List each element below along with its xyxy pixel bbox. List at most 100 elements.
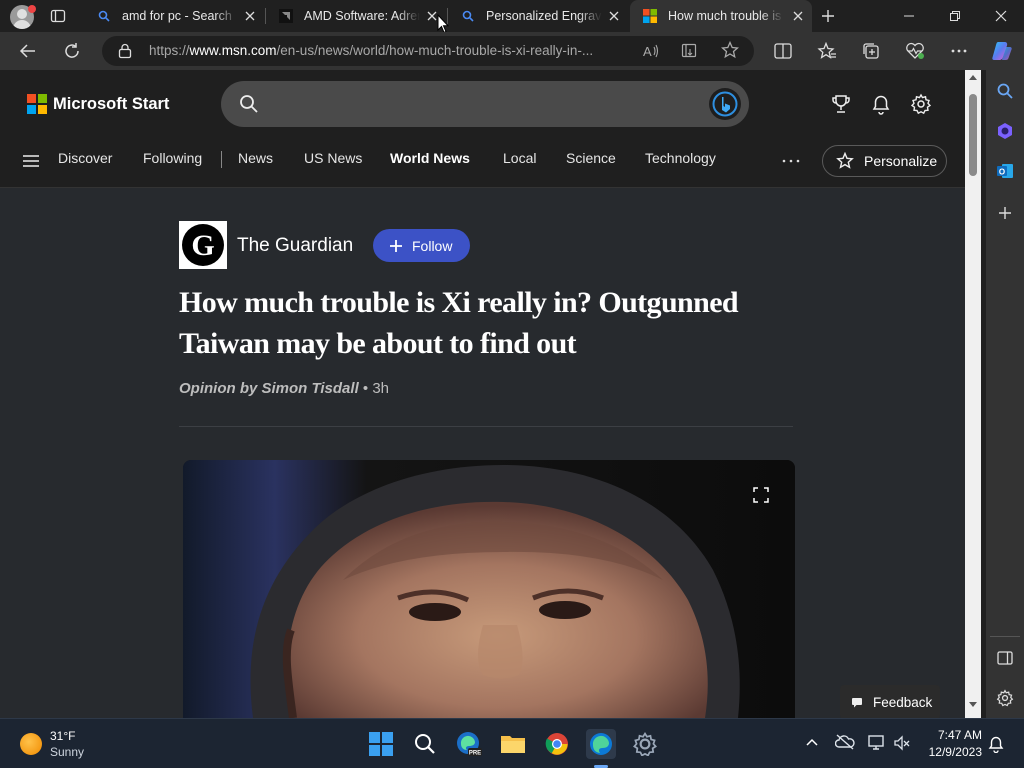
nav-discover[interactable]: Discover xyxy=(58,150,112,166)
start-windows-icon[interactable] xyxy=(366,729,396,759)
divider xyxy=(179,426,793,427)
weather-condition[interactable]: Sunny xyxy=(50,745,84,759)
network-icon[interactable] xyxy=(867,734,887,752)
scroll-up-arrow-icon[interactable] xyxy=(969,74,977,80)
notifications-bell-icon[interactable] xyxy=(869,92,893,116)
tab-amd-search[interactable]: amd for pc - Search xyxy=(84,0,264,32)
tab-msn-article[interactable]: How much trouble is Xi xyxy=(630,0,812,32)
feedback-icon xyxy=(851,696,863,708)
favorites-icon[interactable] xyxy=(812,36,842,66)
nav-more-icon[interactable] xyxy=(782,159,800,163)
close-window-icon[interactable] xyxy=(978,0,1024,32)
sidebar-search-icon[interactable] xyxy=(990,76,1020,106)
guardian-logo[interactable]: G xyxy=(179,221,227,269)
add-favorite-icon[interactable] xyxy=(721,41,739,59)
clock-time[interactable]: 7:47 AM xyxy=(924,728,982,742)
plus-icon xyxy=(389,239,403,253)
msn-favicon-icon xyxy=(642,8,658,24)
copilot-icon[interactable] xyxy=(987,36,1017,66)
nav-us-news[interactable]: US News xyxy=(304,150,362,166)
new-tab-icon[interactable] xyxy=(820,8,836,24)
search-favicon-icon xyxy=(96,8,112,24)
page-scrollbar[interactable] xyxy=(965,70,981,718)
brand[interactable]: Microsoft Start xyxy=(27,94,169,114)
clock-date[interactable]: 12/9/2023 xyxy=(918,745,982,759)
category-nav: Discover Following News US News World Ne… xyxy=(0,142,965,178)
follow-button[interactable]: Follow xyxy=(373,229,470,262)
settings-app-icon[interactable] xyxy=(630,729,660,759)
web-page: Microsoft Start Discover Following News … xyxy=(0,70,965,718)
tab-amd-software[interactable]: AMD Software: Adren xyxy=(266,0,446,32)
nav-world-news[interactable]: World News xyxy=(390,150,470,166)
file-explorer-icon[interactable] xyxy=(498,729,528,759)
personalize-button[interactable]: Personalize xyxy=(822,145,947,177)
search-input[interactable] xyxy=(221,81,749,127)
nav-following[interactable]: Following xyxy=(143,150,202,166)
app-available-icon[interactable] xyxy=(681,42,699,60)
rewards-trophy-icon[interactable] xyxy=(829,92,853,116)
back-button[interactable] xyxy=(13,36,43,66)
volume-muted-icon[interactable] xyxy=(893,734,911,752)
show-hidden-icons-chevron-icon[interactable] xyxy=(806,738,818,746)
byline-dot: • xyxy=(358,380,373,397)
sidebar-outlook-icon[interactable]: O xyxy=(990,156,1020,186)
fullscreen-icon[interactable] xyxy=(753,487,769,503)
follow-label: Follow xyxy=(412,237,453,254)
article-byline: Opinion by Simon Tisdall • 3h xyxy=(179,380,389,397)
close-tab-icon[interactable] xyxy=(242,8,258,24)
settings-gear-icon[interactable] xyxy=(909,92,933,116)
url-path: /en-us/news/world/how-much-trouble-is-xi… xyxy=(276,43,594,58)
personalize-star-icon xyxy=(836,152,854,170)
mouse-cursor-icon xyxy=(437,14,449,34)
chrome-icon[interactable] xyxy=(542,729,572,759)
weather-sun-icon[interactable] xyxy=(20,733,42,755)
browser-essentials-icon[interactable] xyxy=(900,36,930,66)
hide-sidebar-icon[interactable] xyxy=(990,643,1020,673)
nav-technology[interactable]: Technology xyxy=(645,150,716,166)
nav-local[interactable]: Local xyxy=(503,150,536,166)
hamburger-menu-icon[interactable] xyxy=(22,155,40,167)
url-prefix: https:// xyxy=(149,43,190,58)
sidebar-copilot-icon[interactable] xyxy=(990,116,1020,146)
close-tab-icon[interactable] xyxy=(606,8,622,24)
url-domain: www.msn.com xyxy=(189,43,277,58)
tab-actions-icon[interactable] xyxy=(50,8,66,24)
tab-label: AMD Software: Adren xyxy=(304,9,420,23)
refresh-button[interactable] xyxy=(57,36,87,66)
close-tab-icon[interactable] xyxy=(790,8,806,24)
byline-author[interactable]: Opinion by Simon Tisdall xyxy=(179,380,359,397)
restore-icon[interactable] xyxy=(932,0,978,32)
sidebar-settings-icon[interactable] xyxy=(990,683,1020,713)
nav-divider xyxy=(221,151,222,168)
read-aloud-icon[interactable]: A xyxy=(642,42,660,60)
notification-center-icon[interactable] xyxy=(988,735,1004,753)
article-photo[interactable] xyxy=(183,460,795,718)
scroll-down-arrow-icon[interactable] xyxy=(969,702,977,708)
tab-personalized-engraved[interactable]: Personalized Engraved xyxy=(448,0,628,32)
nav-news[interactable]: News xyxy=(238,150,273,166)
minimize-icon[interactable] xyxy=(886,0,932,32)
collections-icon[interactable] xyxy=(856,36,886,66)
svg-text:A: A xyxy=(643,44,652,59)
publisher-name[interactable]: The Guardian xyxy=(237,235,353,257)
onedrive-icon[interactable] xyxy=(835,734,855,750)
brand-name: Microsoft Start xyxy=(53,94,170,113)
sidebar-add-icon[interactable] xyxy=(990,198,1020,228)
amd-favicon-icon xyxy=(278,8,294,24)
nav-science[interactable]: Science xyxy=(566,150,616,166)
bing-chat-icon[interactable] xyxy=(709,88,741,120)
lock-icon[interactable] xyxy=(118,43,132,59)
split-screen-icon[interactable] xyxy=(768,36,798,66)
url-text[interactable]: https://www.msn.com/en-us/news/world/how… xyxy=(149,43,593,58)
more-options-icon[interactable] xyxy=(944,36,974,66)
edge-preview-icon[interactable]: PRE xyxy=(454,729,484,759)
feedback-button[interactable]: Feedback xyxy=(840,685,940,718)
edge-icon[interactable] xyxy=(586,729,616,759)
weather-temperature[interactable]: 31°F xyxy=(50,729,75,743)
taskbar-search-icon[interactable] xyxy=(410,729,440,759)
edge-sidebar: O xyxy=(986,70,1024,718)
address-bar[interactable]: https://www.msn.com/en-us/news/world/how… xyxy=(102,36,754,66)
notification-dot-icon xyxy=(28,5,36,13)
svg-text:G: G xyxy=(191,229,214,262)
scroll-thumb[interactable] xyxy=(969,94,977,176)
